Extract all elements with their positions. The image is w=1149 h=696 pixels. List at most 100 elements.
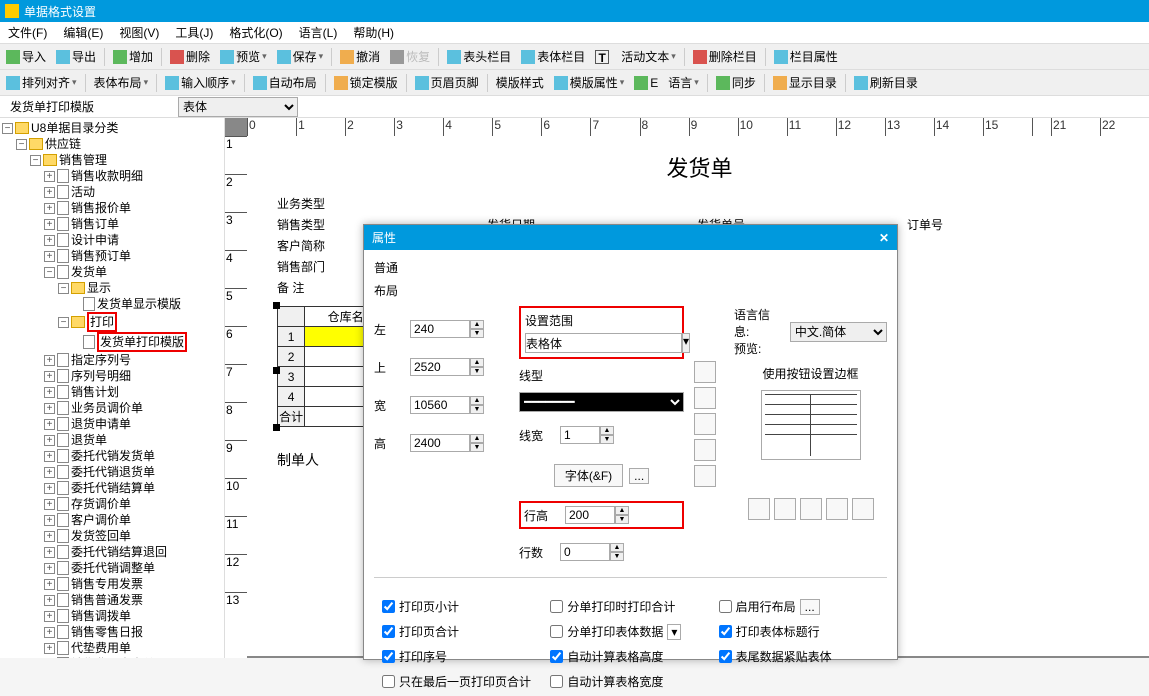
btn-preview[interactable]: 预览	[216, 46, 271, 67]
border-btn-a[interactable]	[748, 498, 770, 520]
chk-auto-height[interactable]: 自动计算表格高度	[550, 648, 710, 665]
btn-sync[interactable]: 同步	[712, 72, 760, 93]
tree-item[interactable]: +退货申请单	[44, 416, 222, 432]
border-btn-2[interactable]	[694, 387, 716, 409]
tree-item[interactable]: +销售收款明细	[44, 168, 222, 184]
font-type-select[interactable]: 表体	[178, 97, 298, 117]
tree-item[interactable]: +委托代销退货单	[44, 464, 222, 480]
border-btn-4[interactable]	[694, 439, 716, 461]
input-scope[interactable]	[525, 333, 682, 353]
btn-save[interactable]: 保存	[273, 46, 328, 67]
dialog-close-icon[interactable]: ✕	[879, 231, 889, 245]
btn-head-col[interactable]: 表头栏目	[443, 46, 515, 67]
chk-body-title[interactable]: 打印表体标题行	[719, 623, 879, 640]
tree-root[interactable]: −U8单据目录分类	[2, 120, 222, 136]
tree-item[interactable]: +销售报价单	[44, 200, 222, 216]
btn-refresh-toc[interactable]: 刷新目录	[850, 72, 922, 93]
btn-undo[interactable]: 撤消	[336, 46, 384, 67]
tree-item[interactable]: +委托代销发货单	[44, 448, 222, 464]
btn-language[interactable]: 语言	[664, 72, 703, 93]
btn-redo[interactable]: 恢复	[386, 46, 434, 67]
chk-last-page-only[interactable]: 只在最后一页打印页合计	[382, 673, 542, 690]
tree-sales-mgmt[interactable]: −销售管理	[30, 152, 222, 168]
input-rows[interactable]: ▲▼	[560, 543, 624, 561]
chk-paging-total[interactable]: 分单打印时打印合计	[550, 598, 710, 615]
tree-item[interactable]: +代垫费用单	[44, 640, 222, 656]
border-btn-d[interactable]	[826, 498, 848, 520]
input-height[interactable]: ▲▼	[410, 434, 484, 452]
tree-item[interactable]: +存货调价单	[44, 496, 222, 512]
btn-delete[interactable]: 删除	[166, 46, 214, 67]
tree-item[interactable]: +销售调拨单	[44, 608, 222, 624]
tree-item[interactable]: +客户调价单	[44, 512, 222, 528]
paging-body-dropdown[interactable]: ▾	[667, 624, 681, 640]
btn-body-layout[interactable]: 表体布局	[90, 72, 153, 93]
chk-paging-body[interactable]: 分单打印表体数据	[550, 623, 663, 640]
btn-e[interactable]: E	[630, 74, 662, 92]
input-left[interactable]: ▲▼	[410, 320, 484, 338]
tree-item[interactable]: +设计申请	[44, 232, 222, 248]
menu-tool[interactable]: 工具(J)	[167, 24, 221, 41]
border-btn-c[interactable]	[800, 498, 822, 520]
tree-delivery[interactable]: −发货单	[44, 264, 222, 280]
border-btn-e[interactable]	[852, 498, 874, 520]
tree-print-template[interactable]: 发货单打印模版	[72, 332, 222, 352]
tree-item[interactable]: +销售订单	[44, 216, 222, 232]
tree-item[interactable]: +活动	[44, 184, 222, 200]
chk-auto-width[interactable]: 自动计算表格宽度	[550, 673, 710, 690]
btn-add[interactable]: 增加	[109, 46, 157, 67]
border-btn-5[interactable]	[694, 465, 716, 487]
btn-template-style[interactable]: 模版样式	[492, 72, 548, 93]
chk-print-order[interactable]: 打印序号	[382, 648, 542, 665]
row-layout-more[interactable]: ...	[800, 599, 820, 615]
chk-page-subtotal[interactable]: 打印页小计	[382, 598, 542, 615]
btn-auto-layout[interactable]: 自动布局	[249, 72, 321, 93]
tree-display[interactable]: −显示	[58, 280, 222, 296]
input-row-height[interactable]: ▲▼	[565, 506, 629, 524]
chk-page-total[interactable]: 打印页合计	[382, 623, 542, 640]
border-btn-1[interactable]	[694, 361, 716, 383]
btn-col-props[interactable]: 栏目属性	[770, 46, 842, 67]
btn-import[interactable]: 导入	[2, 46, 50, 67]
btn-body-col[interactable]: 表体栏目	[517, 46, 589, 67]
tree-item[interactable]: +销售专用发票	[44, 576, 222, 592]
menu-lang[interactable]: 语言(L)	[291, 24, 346, 41]
btn-header-footer[interactable]: 页眉页脚	[411, 72, 483, 93]
tree-supply-chain[interactable]: −供应链	[16, 136, 222, 152]
font-button[interactable]: 字体(&F)	[554, 464, 623, 487]
btn-export[interactable]: 导出	[52, 46, 100, 67]
chk-tail-data[interactable]: 表尾数据紧贴表体	[719, 648, 879, 665]
btn-lock-layout[interactable]: 锁定模版	[330, 72, 402, 93]
input-line-width[interactable]: ▲▼	[560, 426, 614, 444]
tree-item[interactable]: +委托代销结算单	[44, 480, 222, 496]
tree-display-template[interactable]: 发货单显示模版	[72, 296, 222, 312]
btn-template-prop[interactable]: 模版属性	[550, 72, 629, 93]
tree-item[interactable]: +销售计划	[44, 384, 222, 400]
dialog-titlebar[interactable]: 属性 ✕	[364, 225, 897, 250]
tree-item[interactable]: +委托代销结算退回	[44, 544, 222, 560]
tree-item[interactable]: +序列号明细	[44, 368, 222, 384]
border-btn-b[interactable]	[774, 498, 796, 520]
tab-layout[interactable]: 布局	[374, 279, 887, 302]
input-width[interactable]: ▲▼	[410, 396, 484, 414]
btn-del-col[interactable]: 删除栏目	[689, 46, 761, 67]
tree-item[interactable]: +销售费用支出单	[44, 656, 222, 658]
tree-item[interactable]: +指定序列号	[44, 352, 222, 368]
tree-item[interactable]: +销售预订单	[44, 248, 222, 264]
combo-line-type[interactable]: ━━━━━━━	[519, 392, 684, 412]
tree-item[interactable]: +销售普通发票	[44, 592, 222, 608]
tree-item[interactable]: +退货单	[44, 432, 222, 448]
chk-row-layout[interactable]: 启用行布局	[719, 598, 796, 615]
btn-T[interactable]: T	[591, 48, 615, 66]
tab-general[interactable]: 普通	[374, 256, 887, 279]
tree-item[interactable]: +委托代销调整单	[44, 560, 222, 576]
tree-item[interactable]: +销售零售日报	[44, 624, 222, 640]
tree-item[interactable]: +发货签回单	[44, 528, 222, 544]
tree-item[interactable]: +业务员调价单	[44, 400, 222, 416]
font-more-button[interactable]: ...	[629, 468, 649, 484]
tree-print[interactable]: −打印	[58, 312, 222, 332]
scope-dropdown-icon[interactable]: ▾	[682, 333, 690, 353]
combo-language[interactable]: 中文.简体	[790, 322, 887, 342]
input-top[interactable]: ▲▼	[410, 358, 484, 376]
menu-format[interactable]: 格式化(O)	[221, 24, 290, 41]
